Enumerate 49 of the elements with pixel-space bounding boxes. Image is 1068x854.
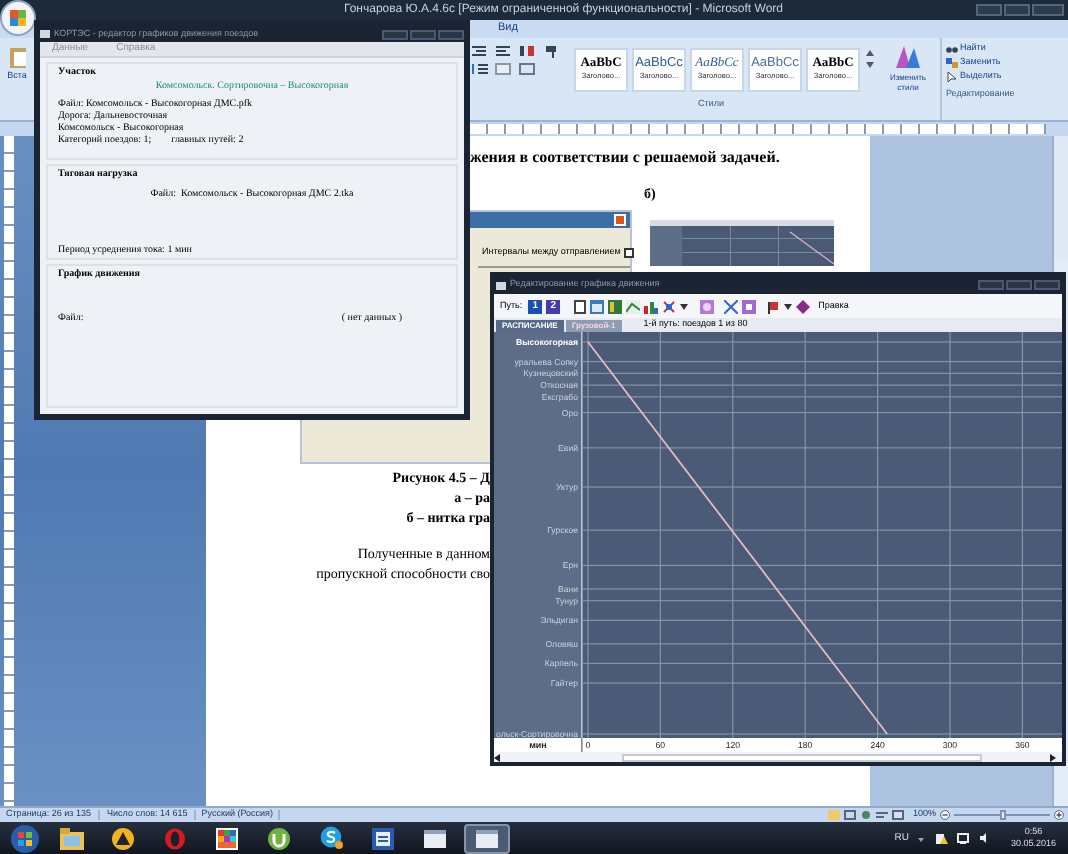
binoculars-icon xyxy=(946,44,958,54)
horizontal-scrollbar[interactable] xyxy=(622,753,982,761)
indent-icon[interactable] xyxy=(470,44,488,58)
paragraph: жения в соответствии с решаемой задачей. xyxy=(470,150,782,166)
window-icon xyxy=(476,829,498,847)
filter-icon[interactable] xyxy=(742,299,757,313)
borders-icon[interactable] xyxy=(518,62,536,76)
pattern-icon[interactable] xyxy=(700,299,715,313)
office-button[interactable] xyxy=(0,0,36,36)
draft-icon[interactable] xyxy=(892,810,905,820)
gem-icon[interactable] xyxy=(796,299,811,313)
skype-icon xyxy=(319,826,343,850)
sort-icon[interactable] xyxy=(518,44,536,58)
document-icon xyxy=(372,827,394,849)
grid-icon[interactable] xyxy=(608,299,623,313)
caret-icon[interactable] xyxy=(680,303,689,309)
document-icon[interactable] xyxy=(574,299,587,313)
replace-icon xyxy=(946,58,958,68)
close-icon xyxy=(614,214,626,226)
cursor-icon xyxy=(946,72,958,82)
volume-icon[interactable] xyxy=(978,832,991,844)
app-icon xyxy=(496,281,506,289)
scroll-down-icon[interactable] xyxy=(866,60,874,70)
zoom-in-icon[interactable] xyxy=(1054,810,1064,820)
line-spacing-icon[interactable] xyxy=(470,62,488,76)
zoom-slider-thumb[interactable] xyxy=(999,810,1005,820)
scroll-up-icon[interactable] xyxy=(866,48,874,58)
web-layout-icon[interactable] xyxy=(860,810,873,820)
app-icon xyxy=(40,30,50,38)
outdent-icon[interactable] xyxy=(494,44,512,58)
table-icon[interactable] xyxy=(590,299,605,313)
taskbar-button[interactable] xyxy=(464,823,510,853)
reading-view-icon[interactable] xyxy=(844,810,857,820)
start-button[interactable] xyxy=(10,823,40,853)
torrent-icon xyxy=(268,827,290,849)
folder-icon xyxy=(59,827,83,849)
vertical-scrollbar[interactable] xyxy=(1054,136,1068,260)
ring-icon xyxy=(164,827,186,849)
arrow-icon[interactable] xyxy=(916,833,927,843)
split-icon[interactable] xyxy=(724,299,739,313)
zoom-out-icon[interactable] xyxy=(940,810,950,820)
triangle-icon xyxy=(112,827,134,849)
tiles-icon xyxy=(216,827,238,849)
chart-icon[interactable] xyxy=(626,299,641,313)
bar-chart-icon[interactable] xyxy=(644,299,659,313)
outline-icon[interactable] xyxy=(876,810,889,820)
window-icon xyxy=(424,829,446,847)
caret-icon[interactable] xyxy=(784,303,793,309)
styles-icon xyxy=(894,44,922,70)
